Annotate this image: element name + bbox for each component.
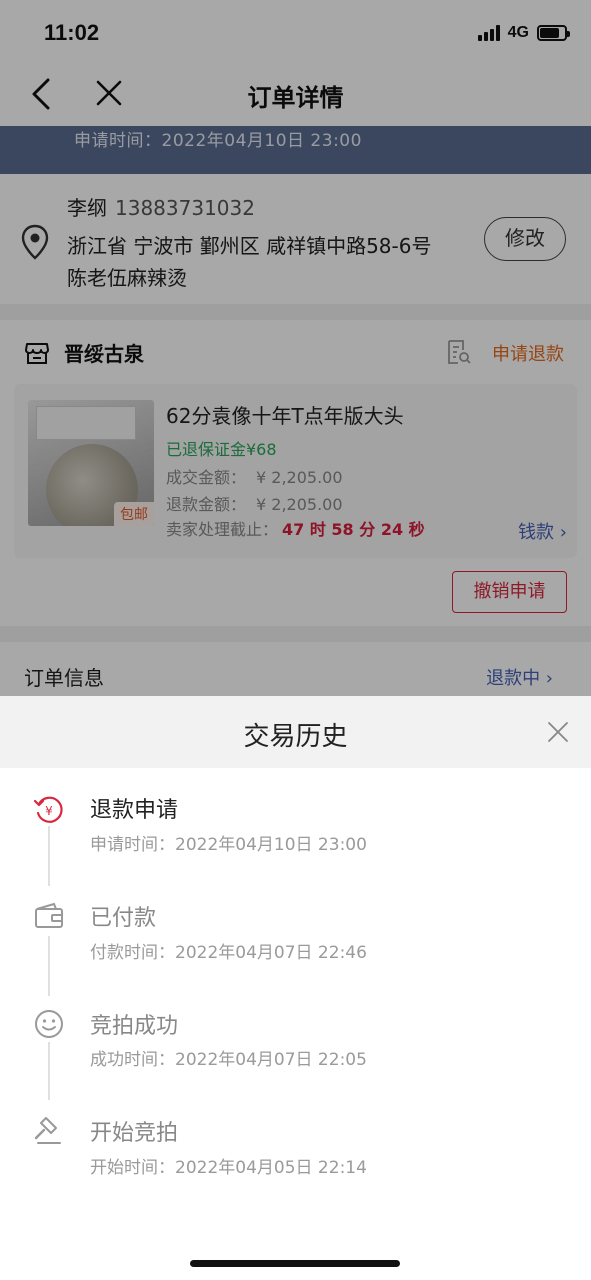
- event-time: 申请时间：2022年04月10日 23:00: [90, 830, 367, 855]
- event-time: 成功时间：2022年04月07日 22:05: [90, 1045, 367, 1070]
- refund-clock-icon: ¥: [33, 796, 63, 823]
- event-time-label: 成功时间：: [90, 1050, 175, 1070]
- home-indicator[interactable]: [190, 1260, 400, 1267]
- transaction-history-sheet: 交易历史 ¥ 退款申请 申请时间：2022年04月10日 23:00 已付款 付…: [0, 696, 591, 1280]
- svg-text:¥: ¥: [45, 804, 53, 818]
- event-title: 退款申请: [90, 798, 179, 823]
- event-time-label: 付款时间：: [90, 943, 175, 963]
- event-time-label: 开始时间：: [90, 1158, 175, 1178]
- timeline-connector: [48, 936, 50, 996]
- close-icon[interactable]: [546, 720, 570, 744]
- gavel-icon: [34, 1117, 61, 1144]
- event-time-value: 2022年04月07日 22:46: [175, 943, 367, 963]
- event-time-value: 2022年04月05日 22:14: [175, 1158, 367, 1178]
- smile-icon: [35, 1010, 63, 1038]
- event-time-value: 2022年04月07日 22:05: [175, 1050, 367, 1070]
- event-time: 付款时间：2022年04月07日 22:46: [90, 938, 367, 963]
- event-time-value: 2022年04月10日 23:00: [175, 835, 367, 855]
- sheet-header: 交易历史: [0, 696, 591, 768]
- wallet-icon: [35, 902, 63, 928]
- event-title: 已付款: [90, 906, 157, 931]
- event-time: 开始时间：2022年04月05日 22:14: [90, 1153, 367, 1178]
- event-title: 竞拍成功: [90, 1014, 179, 1039]
- sheet-title: 交易历史: [243, 722, 348, 752]
- event-time-label: 申请时间：: [90, 835, 175, 855]
- timeline-connector: [48, 1042, 50, 1100]
- event-title: 开始竞拍: [90, 1121, 179, 1146]
- timeline-connector: [48, 826, 50, 886]
